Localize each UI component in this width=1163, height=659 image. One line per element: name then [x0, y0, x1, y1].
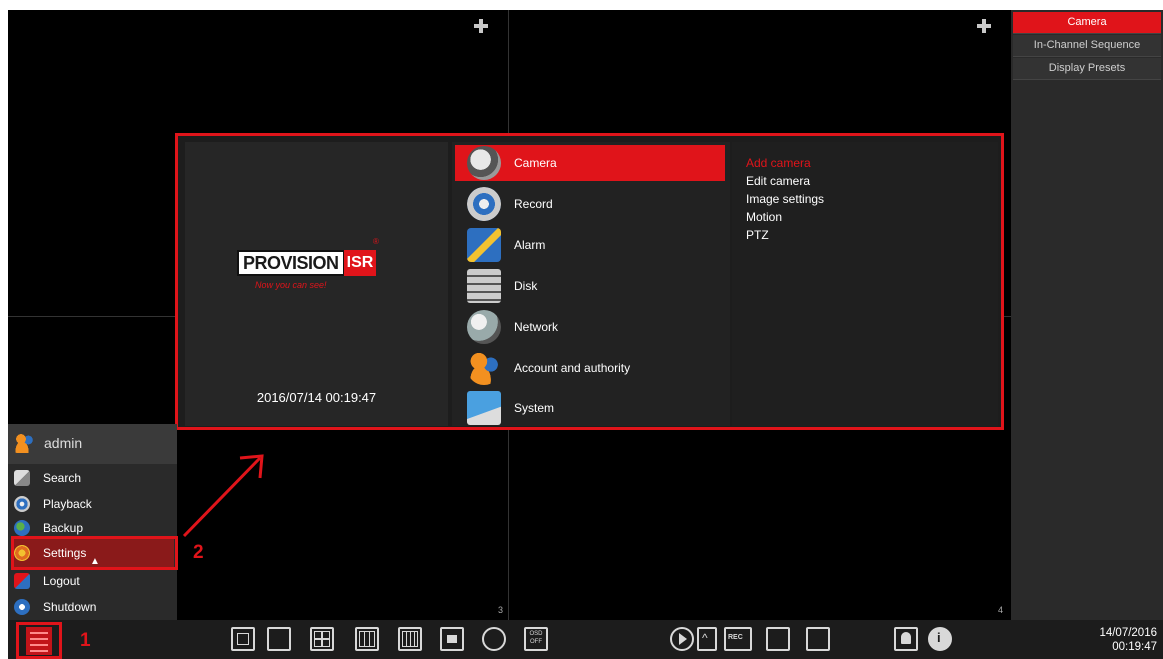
clock: 14/07/2016 00:19:47 — [1085, 626, 1157, 654]
clock-date: 14/07/2016 — [1099, 627, 1157, 639]
user-menu-item-settings[interactable]: Settings — [14, 542, 86, 564]
user-menu-item-label: Backup — [43, 521, 84, 535]
menu-item-system[interactable]: System — [455, 390, 725, 426]
highlight-box-menu — [16, 622, 62, 659]
brand-logo-registered: ® — [373, 237, 379, 246]
user-menu-item-label: Logout — [43, 574, 80, 588]
user-menu-item-label: Shutdown — [43, 600, 97, 614]
user-avatar-icon — [14, 433, 34, 453]
menu-item-account-and-authority[interactable]: Account and authority — [455, 350, 725, 386]
right-panel-item-camera[interactable]: Camera — [1013, 12, 1161, 34]
menu-item-camera[interactable]: Camera — [455, 145, 725, 181]
layout-9-button[interactable] — [355, 627, 379, 651]
step-label-1: 1 — [80, 630, 91, 651]
step-label-2: 2 — [193, 542, 204, 563]
user-menu-item-label: Playback — [43, 497, 92, 511]
menu-item-disk[interactable]: Disk — [455, 268, 725, 304]
tile-number: 4 — [998, 605, 1004, 615]
info-button[interactable]: i — [928, 627, 952, 651]
user-menu-item-shutdown[interactable]: Shutdown — [14, 596, 96, 618]
user-menu-item-label: Search — [43, 471, 82, 485]
annotation-arrow — [182, 454, 264, 538]
rec-label: REC — [728, 634, 743, 641]
alarm-bolt-icon — [467, 228, 501, 262]
brand-logo-tagline: Now you can see! — [255, 280, 327, 290]
user-menu-item-search[interactable]: Search — [14, 467, 81, 489]
right-panel-item-display-presets[interactable]: Display Presets — [1013, 58, 1161, 80]
snapshot-button[interactable] — [766, 627, 790, 651]
menu-item-label: System — [514, 401, 555, 415]
chevron-up-icon: ^ — [702, 631, 708, 645]
menu-item-label: Network — [514, 320, 559, 334]
submenu-image-settings[interactable]: Image settings — [746, 192, 824, 206]
fullscreen-button[interactable] — [231, 627, 255, 651]
playback-reel-button[interactable] — [806, 627, 830, 651]
shutdown-icon — [14, 599, 30, 615]
record-reel-icon — [467, 187, 501, 221]
user-menu-item-backup[interactable]: Backup — [14, 517, 83, 539]
logout-icon — [14, 573, 30, 589]
expand-up-button[interactable]: ^ — [697, 627, 717, 651]
layout-16-button[interactable] — [398, 627, 422, 651]
mouse-pointer-icon: ▲ — [90, 556, 100, 567]
right-panel — [1011, 10, 1163, 620]
network-globe-icon — [467, 310, 501, 344]
submenu-edit-camera[interactable]: Edit camera — [746, 174, 810, 188]
alarm-bell-button[interactable] — [894, 627, 918, 651]
add-camera-plus-icon[interactable] — [474, 19, 488, 33]
menu-item-label: Record — [514, 197, 553, 211]
menu-item-alarm[interactable]: Alarm — [455, 227, 725, 263]
menu-item-label: Alarm — [514, 238, 546, 252]
right-panel-item-in-channel-sequence[interactable]: In-Channel Sequence — [1013, 35, 1161, 57]
tile-number: 3 — [498, 605, 504, 615]
submenu-add-camera[interactable]: Add camera — [746, 156, 811, 170]
osd-off-button[interactable]: OSD OFF — [524, 627, 548, 651]
osd-label: OSD — [529, 631, 543, 637]
add-camera-plus-icon[interactable] — [977, 19, 991, 33]
menu-item-label: Disk — [514, 279, 538, 293]
layout-1-button[interactable] — [267, 627, 291, 651]
menu-item-label: Account and authority — [514, 361, 631, 375]
search-icon — [14, 470, 30, 486]
menu-item-record[interactable]: Record — [455, 186, 725, 222]
username: admin — [44, 435, 83, 451]
record-button[interactable]: REC — [724, 627, 752, 651]
bottom-toolbar — [8, 620, 1163, 659]
brand-logo-mark: ISR — [344, 250, 376, 276]
menu-item-network[interactable]: Network — [455, 309, 725, 345]
play-icon — [679, 633, 687, 645]
play-button[interactable] — [670, 627, 694, 651]
settings-icon — [14, 545, 30, 561]
disk-stack-icon — [467, 269, 501, 303]
menu-item-label: Camera — [514, 156, 557, 170]
submenu-ptz[interactable]: PTZ — [746, 228, 769, 242]
clock-time: 00:19:47 — [1112, 641, 1157, 653]
system-datetime: 2016/07/14 00:19:47 — [256, 390, 377, 405]
playback-icon — [14, 496, 30, 512]
brand-logo-name: PROVISION — [237, 250, 345, 276]
user-menu-item-logout[interactable]: Logout — [14, 570, 80, 592]
users-icon — [467, 351, 501, 385]
layout-custom-button[interactable] — [440, 627, 464, 651]
user-menu-item-playback[interactable]: Playback — [14, 493, 92, 515]
submenu-motion[interactable]: Motion — [746, 210, 782, 224]
osd-state-label: OFF — [530, 639, 542, 645]
bell-icon — [901, 632, 911, 644]
info-icon: i — [937, 630, 941, 645]
user-header-row: admin — [14, 432, 82, 454]
camera-icon — [467, 146, 501, 180]
backup-icon — [14, 520, 30, 536]
system-gear-icon — [467, 391, 501, 425]
user-menu-item-label: Settings — [43, 546, 87, 560]
sequence-button[interactable] — [482, 627, 506, 651]
layout-4-button[interactable] — [310, 627, 334, 651]
